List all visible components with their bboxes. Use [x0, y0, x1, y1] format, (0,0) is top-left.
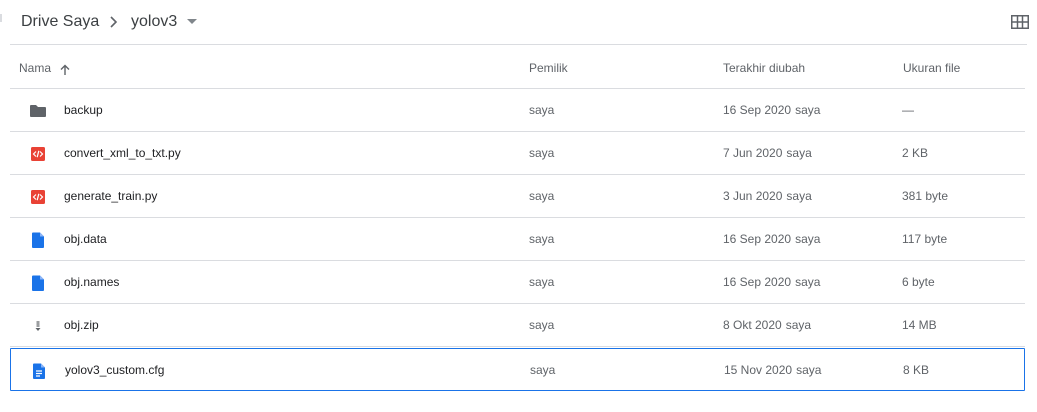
modified-by: saya	[795, 275, 821, 289]
file-size: 117 byte	[902, 232, 948, 246]
arrow-up-icon[interactable]	[59, 64, 71, 76]
file-modified: 3 Jun 2020 saya	[723, 189, 812, 203]
file-size: 8 KB	[903, 363, 930, 377]
column-header-modified[interactable]: Terakhir diubah	[723, 61, 805, 75]
blank-file-icon	[29, 231, 47, 249]
file-name[interactable]: obj.zip	[64, 318, 99, 332]
modified-date: 16 Sep 2020	[723, 232, 792, 246]
file-owner: saya	[529, 146, 555, 160]
blank-file-icon	[29, 274, 47, 292]
edge-divider	[0, 14, 2, 22]
grid-view-icon[interactable]	[1011, 15, 1029, 29]
file-owner: saya	[529, 189, 555, 203]
file-row[interactable]: convert_xml_to_txt.py saya 7 Jun 2020 saya 2…	[10, 132, 1025, 175]
file-owner: saya	[529, 275, 555, 289]
caret-down-icon[interactable]	[187, 19, 197, 24]
file-name[interactable]: convert_xml_to_txt.py	[64, 146, 181, 160]
modified-by: saya	[795, 232, 821, 246]
modified-date: 7 Jun 2020	[723, 146, 783, 160]
file-size: 6 byte	[902, 275, 935, 289]
modified-date: 8 Okt 2020	[723, 318, 782, 332]
modified-by: saya	[795, 103, 821, 117]
code-file-icon	[29, 188, 47, 206]
file-name[interactable]: yolov3_custom.cfg	[65, 363, 164, 377]
file-size: 2 KB	[902, 146, 929, 160]
file-modified: 16 Sep 2020 saya	[723, 232, 820, 246]
file-owner: saya	[530, 363, 556, 377]
file-owner: saya	[529, 232, 555, 246]
modified-date: 16 Sep 2020	[723, 103, 792, 117]
file-owner: saya	[529, 103, 555, 117]
file-name[interactable]: obj.names	[64, 275, 119, 289]
file-name[interactable]: generate_train.py	[64, 189, 157, 203]
header-divider	[10, 44, 1027, 45]
file-size: 381 byte	[902, 189, 949, 203]
modified-by: saya	[785, 318, 812, 332]
file-modified: 15 Nov 2020 saya	[724, 363, 821, 377]
modified-by: saya	[786, 146, 812, 160]
file-modified: 16 Sep 2020 saya	[723, 103, 820, 117]
file-row[interactable]: generate_train.py saya 3 Jun 2020 saya 381 b…	[10, 175, 1025, 218]
modified-date: 15 Nov 2020	[724, 363, 793, 377]
code-file-icon	[29, 145, 47, 163]
modified-by: saya	[786, 189, 812, 203]
text-file-icon	[30, 362, 48, 380]
column-header-size: Ukuran file	[903, 61, 961, 75]
column-header-owner: Pemilik	[529, 61, 568, 75]
breadcrumb-root[interactable]: Drive Saya	[21, 13, 99, 31]
file-row[interactable]: backup saya 16 Sep 2020 saya —	[10, 89, 1025, 132]
archive-icon	[29, 317, 47, 335]
chevron-right-icon	[110, 16, 118, 28]
file-modified: 16 Sep 2020 saya	[723, 275, 820, 289]
file-row[interactable]: obj.data saya 16 Sep 2020 saya 117 byte	[10, 218, 1025, 261]
modified-by: saya	[796, 363, 822, 377]
file-size: 14 MB	[902, 318, 937, 332]
file-row[interactable]: obj.names saya 16 Sep 2020 saya 6 byte	[10, 261, 1025, 304]
file-name[interactable]: backup	[64, 103, 103, 117]
file-modified: 8 Okt 2020 saya	[723, 318, 811, 332]
modified-date: 16 Sep 2020	[723, 275, 792, 289]
breadcrumb-current-folder[interactable]: yolov3	[131, 13, 177, 31]
folder-icon	[29, 102, 47, 120]
file-row[interactable]: obj.zip saya 8 Okt 2020 saya 14 MB	[10, 304, 1025, 347]
file-size: —	[902, 103, 914, 117]
file-owner: saya	[529, 318, 555, 332]
file-name[interactable]: obj.data	[64, 232, 107, 246]
toolbar: Drive Saya yolov3	[0, 0, 1037, 44]
column-header-name[interactable]: Nama	[19, 61, 51, 75]
file-row[interactable]: yolov3_custom.cfg saya 15 Nov 2020 saya 8 KB	[10, 348, 1025, 391]
file-modified: 7 Jun 2020 saya	[723, 146, 812, 160]
modified-date: 3 Jun 2020	[723, 189, 783, 203]
